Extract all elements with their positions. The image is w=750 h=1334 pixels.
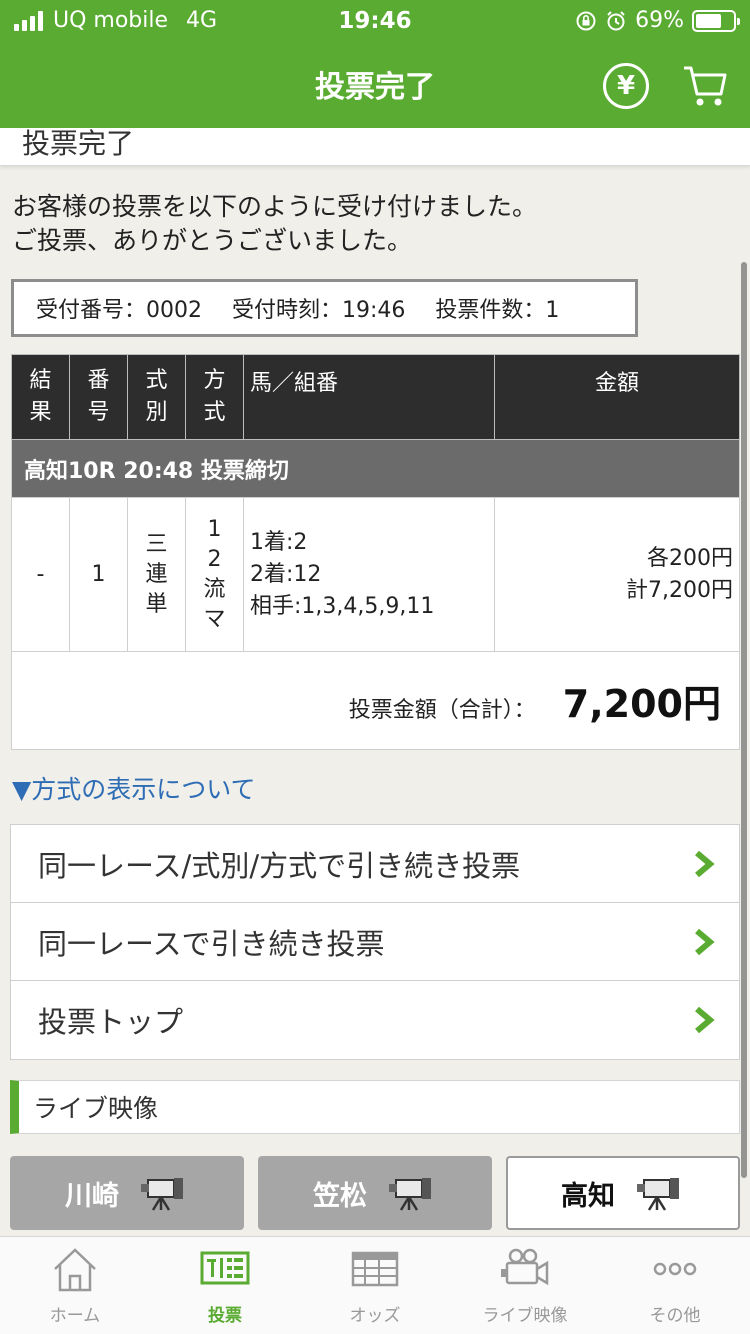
total-value: 7,200円 bbox=[562, 682, 721, 726]
tab-label: 投票 bbox=[208, 1306, 242, 1326]
header-method: 方式 bbox=[185, 354, 244, 440]
confirmation-message: お客様の投票を以下のように受け付けました。 ご投票、ありがとうございました。 bbox=[12, 190, 537, 258]
chevron-right-icon bbox=[695, 1006, 715, 1034]
tab-home[interactable]: ホーム bbox=[0, 1237, 150, 1334]
race-info: 高知10R 20:48 投票締切 bbox=[11, 439, 740, 498]
venue-buttons: 川崎 笠松 高知 bbox=[10, 1156, 740, 1230]
total-cell: 投票金額（合計）： 7,200円 bbox=[11, 651, 740, 750]
cell-amount: 各200円 計7,200円 bbox=[494, 497, 740, 652]
cell-method: 12流マ bbox=[185, 497, 244, 652]
message-line-2: ご投票、ありがとうございました。 bbox=[12, 226, 413, 255]
menu-item-label: 投票トップ bbox=[38, 1005, 184, 1039]
cell-bet-type: 三連単 bbox=[127, 497, 186, 652]
header-amount: 金額 bbox=[494, 354, 740, 440]
rotation-lock-icon bbox=[576, 11, 596, 30]
total-row: 投票金額（合計）： 7,200円 bbox=[11, 651, 740, 750]
vote-icon bbox=[200, 1251, 250, 1285]
venue-button-kawasaki[interactable]: 川崎 bbox=[10, 1156, 244, 1230]
cell-number: 1 bbox=[69, 497, 128, 652]
cart-icon[interactable] bbox=[680, 60, 730, 110]
live-video-header: ライブ映像 bbox=[10, 1080, 740, 1134]
battery-icon bbox=[692, 9, 740, 32]
table-header-row: 結果 番号 式別 方式 馬／組番 金額 bbox=[11, 354, 740, 440]
battery-percent: 69% bbox=[635, 8, 684, 33]
chevron-right-icon bbox=[695, 928, 715, 956]
scrollbar[interactable] bbox=[741, 262, 747, 1178]
tab-vote[interactable]: 投票 bbox=[150, 1237, 300, 1334]
method-display-link[interactable]: ▼方式の表示について bbox=[12, 770, 255, 806]
total-label: 投票金額（合計）： bbox=[348, 698, 536, 723]
action-menu: 同一レース/式別/方式で引き続き投票 同一レースで引き続き投票 投票トップ bbox=[10, 824, 740, 1060]
status-bar: UQ mobile 4G 19:46 69% bbox=[0, 0, 750, 42]
tab-bar: ホーム 投票 オッズ ライブ映像 その他 bbox=[0, 1236, 750, 1334]
bet-table: 結果 番号 式別 方式 馬／組番 金額 高知10R 20:48 投票締切 - 1… bbox=[11, 354, 740, 750]
chevron-right-icon bbox=[695, 850, 715, 878]
receipt-number: 受付番号：0002 bbox=[36, 298, 202, 323]
race-row: 高知10R 20:48 投票締切 bbox=[11, 439, 740, 498]
tab-more[interactable]: その他 bbox=[600, 1237, 750, 1334]
tab-label: ホーム bbox=[49, 1306, 101, 1326]
section-title: 投票完了 bbox=[22, 128, 135, 160]
message-line-1: お客様の投票を以下のように受け付けました。 bbox=[12, 192, 538, 221]
tab-label: その他 bbox=[649, 1306, 701, 1326]
odds-icon bbox=[351, 1251, 399, 1287]
more-icon bbox=[653, 1262, 697, 1276]
alarm-icon bbox=[607, 10, 625, 30]
venue-label: 笠松 bbox=[313, 1180, 367, 1212]
tab-odds[interactable]: オッズ bbox=[300, 1237, 450, 1334]
header-horse: 馬／組番 bbox=[243, 354, 495, 440]
home-icon bbox=[54, 1248, 96, 1292]
cell-horses: 1着:2 2着:12 相手:1,3,4,5,9,11 bbox=[243, 497, 495, 652]
video-camera-icon bbox=[637, 1178, 679, 1211]
menu-item-label: 同一レースで引き続き投票 bbox=[38, 926, 385, 961]
header-result: 結果 bbox=[11, 354, 70, 440]
video-camera-icon bbox=[501, 1248, 549, 1286]
continue-same-race-button[interactable]: 同一レースで引き続き投票 bbox=[11, 903, 739, 981]
receipt-count: 投票件数：1 bbox=[435, 298, 560, 323]
venue-button-kasamatsu[interactable]: 笠松 bbox=[258, 1156, 492, 1230]
table-row: - 1 三連単 12流マ 1着:2 2着:12 相手:1,3,4,5,9,11 … bbox=[11, 497, 740, 652]
header-bet-type: 式別 bbox=[127, 354, 186, 440]
yen-icon: ¥ bbox=[616, 71, 636, 101]
receipt-info: 受付番号：0002 受付時刻：19:46 投票件数：1 bbox=[11, 279, 638, 337]
video-camera-icon bbox=[141, 1178, 183, 1211]
header-number: 番号 bbox=[69, 354, 128, 440]
cell-result: - bbox=[11, 497, 70, 652]
venue-label: 高知 bbox=[561, 1180, 615, 1212]
venue-button-kochi[interactable]: 高知 bbox=[506, 1156, 740, 1230]
top-bar: UQ mobile 4G 19:46 69% 投票完了 ¥ bbox=[0, 0, 750, 128]
tab-live-video[interactable]: ライブ映像 bbox=[450, 1237, 600, 1334]
vote-top-button[interactable]: 投票トップ bbox=[11, 981, 739, 1059]
tab-label: ライブ映像 bbox=[482, 1306, 568, 1326]
venue-label: 川崎 bbox=[65, 1180, 119, 1212]
section-header: 投票完了 bbox=[0, 128, 750, 166]
menu-item-label: 同一レース/式別/方式で引き続き投票 bbox=[38, 848, 521, 883]
tab-label: オッズ bbox=[349, 1306, 401, 1326]
receipt-time: 受付時刻：19:46 bbox=[232, 298, 406, 323]
continue-same-race-type-method-button[interactable]: 同一レース/式別/方式で引き続き投票 bbox=[11, 825, 739, 903]
video-camera-icon bbox=[389, 1178, 431, 1211]
balance-button[interactable]: ¥ bbox=[603, 63, 649, 109]
